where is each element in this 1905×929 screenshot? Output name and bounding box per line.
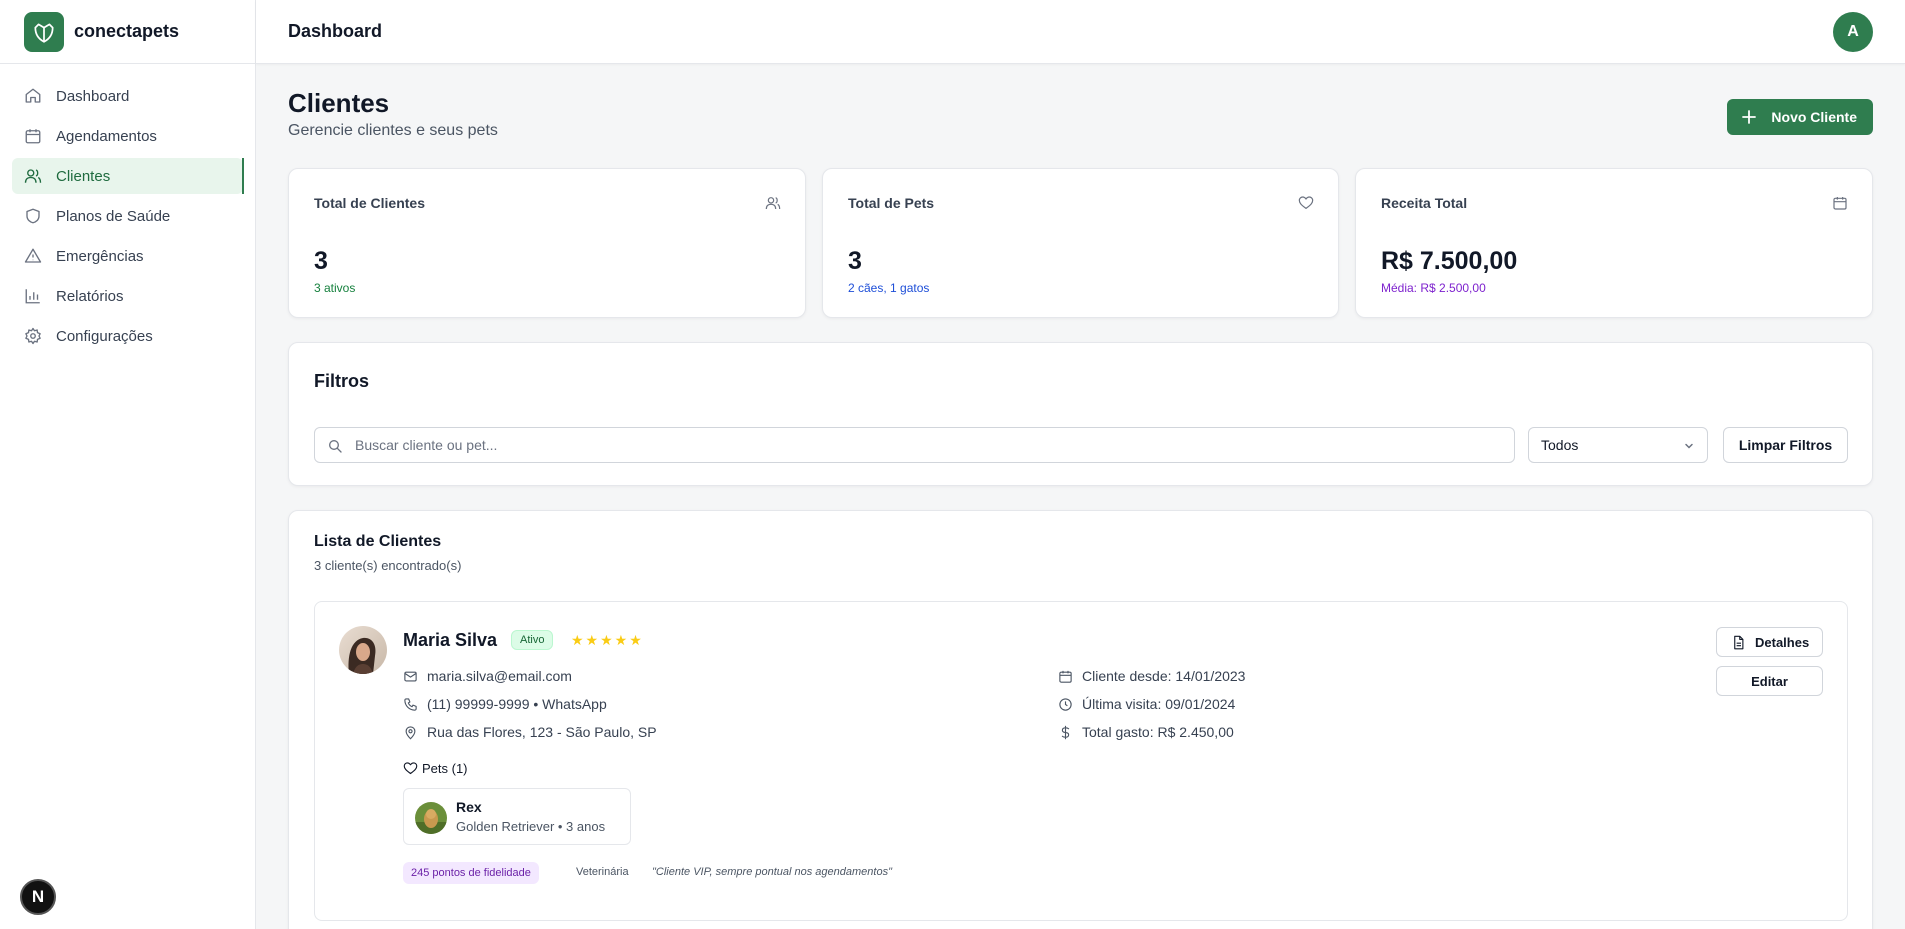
pets-header: Pets (1) [403,761,468,776]
client-address-text: Rua das Flores, 123 - São Paulo, SP [427,724,657,740]
chevron-down-icon [1685,443,1693,449]
client-name[interactable]: Maria Silva [403,630,497,651]
stat-card-revenue: Receita Total R$ 7.500,00 Média: R$ 2.50… [1355,168,1873,318]
search-field[interactable] [314,427,1515,463]
header-title: Dashboard [288,21,383,41]
search-input[interactable] [355,428,1495,462]
shield-icon [26,208,40,224]
rating-stars: ★★★★★ [571,632,644,648]
details-label: Detalhes [1755,634,1810,650]
sidebar-item-agendamentos[interactable]: Agendamentos [12,118,243,154]
calendar-icon [1059,670,1072,683]
sidebar-item-configuracoes[interactable]: Configurações [12,318,243,354]
sidebar-item-emergencias[interactable]: Emergências [12,238,243,274]
logo-icon [24,11,64,52]
status-select[interactable]: Todos [1528,427,1708,463]
users-icon [765,197,781,210]
calendar-icon [1833,197,1847,210]
sidebar-item-relatorios[interactable]: Relatórios [12,278,243,314]
page-subtitle: Gerencie clientes e seus pets [288,122,498,139]
file-text-icon [1734,635,1744,650]
map-pin-icon [405,725,416,740]
client-phone-text: (11) 99999-9999 • WhatsApp [427,696,607,712]
new-client-label: Novo Cliente [1771,109,1857,125]
status-badge: Ativo [511,630,554,650]
client-card: Maria Silva Ativo ★★★★★ maria.silva@emai… [314,601,1848,921]
stat-label: Total de Pets [848,195,935,211]
client-since: Cliente desde: 14/01/2023 [1058,668,1245,684]
client-email: maria.silva@email.com [403,668,572,684]
details-button[interactable]: Detalhes [1716,627,1823,657]
edit-button[interactable]: Editar [1716,666,1823,696]
mail-icon [404,671,417,681]
phone-icon [404,697,417,711]
sidebar-item-label: Clientes [56,167,111,185]
stat-value: R$ 7.500,00 [1381,247,1518,275]
pets-header-text: Pets (1) [422,761,468,776]
calendar-icon [25,129,41,144]
client-address: Rua das Flores, 123 - São Paulo, SP [403,724,657,740]
sidebar-item-label: Dashboard [56,87,130,105]
list-title: Lista de Clientes [314,533,442,550]
page-title: Clientes [288,88,390,118]
alert-triangle-icon [24,248,42,263]
sidebar-item-label: Relatórios [56,287,124,305]
client-last-visit-text: Última visita: 09/01/2024 [1082,696,1236,712]
client-note: "Cliente VIP, sempre pontual nos agendam… [652,866,892,878]
sidebar: conectapets Dashboard Agendamentos Clien… [0,0,256,929]
stat-card-pets: Total de Pets 3 2 cães, 1 gatos [822,168,1339,318]
service-tag: Veterinária [576,866,629,878]
heart-icon [1298,196,1314,209]
filters-title: Filtros [314,371,370,391]
sidebar-item-label: Planos de Saúde [56,207,171,225]
client-list-card: Lista de Clientes 3 cliente(s) encontrad… [288,510,1873,929]
top-bar: Dashboard A [256,0,1905,64]
brand[interactable]: conectapets [0,0,255,64]
search-icon [329,440,342,453]
users-icon [24,169,42,183]
next-dev-badge[interactable]: N [20,879,56,915]
pet-meta: Golden Retriever • 3 anos [456,819,606,834]
stat-value: 3 [848,247,862,275]
stat-label: Total de Clientes [314,195,425,211]
list-count: 3 cliente(s) encontrado(s) [314,558,462,573]
sidebar-item-label: Emergências [56,247,144,265]
gear-icon [25,327,41,345]
stat-sub: 3 ativos [314,281,356,295]
clock-icon [1059,697,1072,711]
filters-card: Filtros Todos Limpar Filtros [288,342,1873,486]
bar-chart-icon [25,289,40,304]
sidebar-nav: Dashboard Agendamentos Clientes Planos d… [0,64,255,354]
sidebar-item-label: Agendamentos [56,127,157,145]
sidebar-item-planos-de-saude[interactable]: Planos de Saúde [12,198,243,234]
client-photo [339,626,387,674]
client-email-text: maria.silva@email.com [427,668,572,684]
client-since-text: Cliente desde: 14/01/2023 [1082,668,1246,684]
app-name: conectapets [74,21,180,41]
client-total-spent-text: Total gasto: R$ 2.450,00 [1082,724,1234,740]
client-last-visit: Última visita: 09/01/2024 [1058,696,1235,712]
clear-filters-button[interactable]: Limpar Filtros [1723,427,1848,463]
status-select-value: Todos [1541,437,1579,453]
heart-icon [403,762,418,775]
new-client-button[interactable]: Novo Cliente [1727,99,1873,135]
pet-photo [415,802,447,834]
sidebar-item-dashboard[interactable]: Dashboard [12,78,243,114]
home-icon [25,88,41,103]
avatar[interactable]: A [1833,12,1873,52]
plus-icon [1742,110,1757,124]
stat-label: Receita Total [1381,195,1468,211]
stat-value: 3 [314,247,328,275]
loyalty-badge: 245 pontos de fidelidade [403,862,539,884]
client-total-spent: Total gasto: R$ 2.450,00 [1058,724,1234,740]
dollar-icon [1061,725,1070,739]
stat-sub: 2 cães, 1 gatos [848,281,930,295]
stat-sub: Média: R$ 2.500,00 [1381,281,1486,295]
pet-name: Rex [456,799,482,815]
sidebar-item-label: Configurações [56,327,153,345]
pet-card[interactable]: Rex Golden Retriever • 3 anos [403,788,631,845]
stat-card-clients: Total de Clientes 3 3 ativos [288,168,806,318]
client-phone: (11) 99999-9999 • WhatsApp [403,696,607,712]
sidebar-item-clientes[interactable]: Clientes [12,158,244,194]
